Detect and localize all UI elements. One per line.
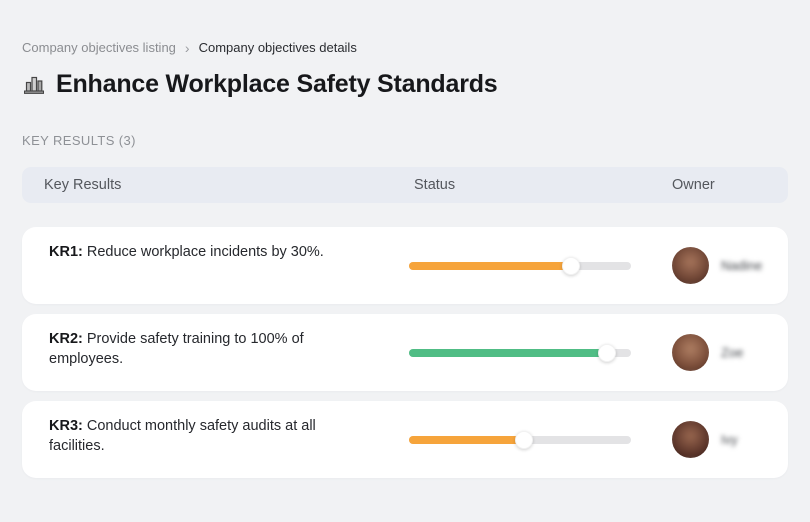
slider-knob[interactable] [562,256,581,275]
kr2-owner-cell: Zoe [672,334,788,371]
kr2-status-cell [407,343,672,362]
kr1-text: Reduce workplace incidents by 30%. [82,244,324,260]
breadcrumb-item-listing[interactable]: Company objectives listing [22,40,176,56]
kr2-description: KR2: Provide safety training to 100% of … [22,314,407,381]
kr1-description: KR1: Reduce workplace incidents by 30%. [22,227,407,274]
slider-fill [409,261,572,270]
kr3-status-cell [407,430,672,449]
breadcrumb: Company objectives listing › Company obj… [22,40,788,56]
table-header: Key Results Status Owner [22,167,788,203]
page: Company objectives listing › Company obj… [0,0,810,478]
table-row-kr3[interactable]: KR3: Conduct monthly safety audits at al… [22,401,788,478]
column-header-status: Status [414,177,456,193]
kr3-owner-cell: Ivy [672,421,788,458]
avatar [672,421,709,458]
kr2-progress-slider[interactable] [409,343,631,362]
column-header-key-results: Key Results [44,177,122,193]
chevron-right-icon: › [184,40,190,56]
slider-knob[interactable] [515,430,534,449]
slider-fill [409,435,525,444]
owner-name: Ivy [721,432,738,447]
avatar [672,247,709,284]
page-title: Enhance Workplace Safety Standards [56,69,498,98]
table-row-kr2[interactable]: KR2: Provide safety training to 100% of … [22,314,788,391]
column-header-owner: Owner [672,177,715,193]
kr2-text: Provide safety training to 100% of emplo… [49,331,304,367]
slider-knob[interactable] [597,343,616,362]
key-results-count-label: KEY RESULTS (3) [22,133,136,148]
owner-name: Zoe [721,345,744,360]
kr3-description: KR3: Conduct monthly safety audits at al… [22,401,407,468]
kr1-progress-slider[interactable] [409,256,631,275]
slider-fill [409,348,607,357]
kr3-label: KR3: [49,418,83,434]
key-results-list: KR1: Reduce workplace incidents by 30%. … [22,227,788,478]
kr1-owner-cell: Nadine [672,247,788,284]
kr3-text: Conduct monthly safety audits at all fac… [49,418,316,454]
table-row-kr1[interactable]: KR1: Reduce workplace incidents by 30%. … [22,227,788,304]
owner-name: Nadine [721,258,763,273]
buildings-bar-chart-icon [22,72,46,96]
kr1-status-cell [407,256,672,275]
title-row: Enhance Workplace Safety Standards [22,69,788,99]
avatar [672,334,709,371]
breadcrumb-item-details: Company objectives details [198,40,357,55]
kr2-label: KR2: [49,331,83,347]
kr1-label: KR1: [49,244,83,260]
kr3-progress-slider[interactable] [409,430,631,449]
